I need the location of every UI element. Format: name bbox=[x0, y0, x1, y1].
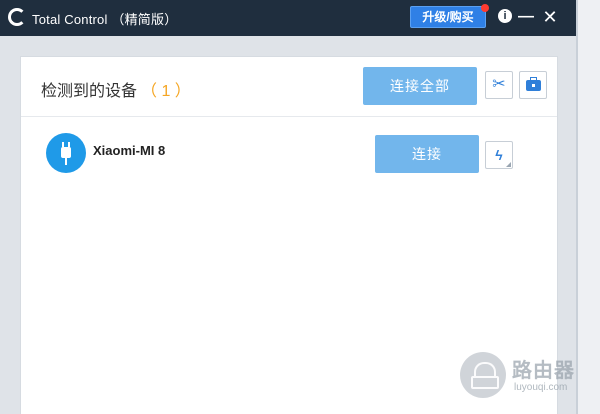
watermark-url: luyouqi.com bbox=[514, 382, 568, 393]
toolbox-icon bbox=[526, 77, 541, 91]
watermark-name: 路由器 bbox=[512, 360, 575, 382]
router-logo-icon bbox=[460, 352, 506, 398]
plug-body bbox=[61, 147, 71, 158]
title-bar: Total Control （精简版） 升级/购买 i — ✕ bbox=[0, 0, 576, 36]
device-count: （ 1 ） bbox=[141, 83, 191, 100]
flash-icon: ϟ bbox=[495, 147, 503, 163]
watermark: 路由器 luyouqi.com bbox=[460, 352, 590, 402]
connect-button[interactable]: 连接 bbox=[375, 135, 479, 173]
usb-device-icon bbox=[46, 133, 86, 173]
close-icon[interactable]: ✕ bbox=[542, 7, 558, 27]
flash-button[interactable]: ϟ bbox=[485, 141, 513, 169]
connect-all-button[interactable]: 连接全部 bbox=[363, 67, 477, 105]
tools-icon: ✂ bbox=[492, 76, 506, 93]
tools-button[interactable]: ✂ bbox=[485, 71, 513, 99]
section-title-text: 检测到的设备 bbox=[41, 83, 138, 100]
upgrade-purchase-button[interactable]: 升级/购买 bbox=[410, 4, 489, 28]
devices-header: 检测到的设备（ 1 ） 连接全部 ✂ bbox=[21, 57, 557, 117]
minimize-icon[interactable]: — bbox=[518, 7, 534, 27]
device-name: Xiaomi-MI 8 bbox=[93, 143, 166, 158]
window-title: Total Control （精简版） bbox=[32, 12, 178, 27]
notification-dot bbox=[481, 4, 489, 12]
section-title: 检测到的设备（ 1 ） bbox=[41, 77, 191, 101]
info-icon[interactable]: i bbox=[498, 9, 512, 23]
app-logo-icon bbox=[8, 8, 26, 26]
toolbox-button[interactable] bbox=[519, 71, 547, 99]
upgrade-label: 升级/购买 bbox=[422, 10, 474, 24]
plug-cord bbox=[65, 158, 67, 165]
device-row: Xiaomi-MI 8 连接 ϟ bbox=[21, 121, 557, 189]
